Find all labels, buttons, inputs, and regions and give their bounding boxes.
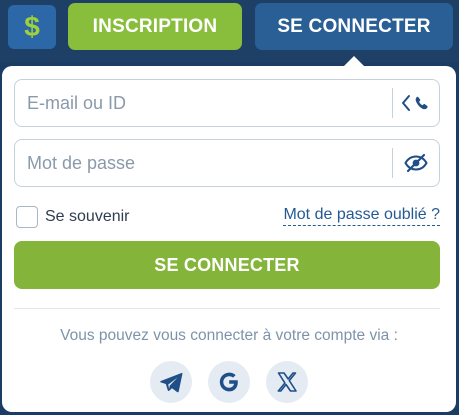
password-input[interactable] [15,140,392,186]
password-field-wrapper [14,139,440,187]
email-field-wrapper [14,79,440,127]
dollar-icon: $ [24,11,40,42]
x-login-button[interactable] [266,361,308,403]
remember-me-label: Se souvenir [45,208,130,225]
remember-me-checkbox[interactable] [16,206,38,228]
telegram-login-button[interactable] [150,361,192,403]
login-header-button[interactable]: SE CONNECTER [255,3,453,50]
eye-slash-icon [404,153,428,173]
deposit-button[interactable]: $ [8,5,56,49]
forgot-password-link[interactable]: Mot de passe oublié ? [283,206,440,226]
divider [14,308,440,309]
social-login-buttons [2,361,456,403]
switch-to-phone-button[interactable] [393,80,439,126]
x-icon [277,372,297,392]
social-login-hint: Vous pouvez vous connecter à votre compt… [60,327,398,344]
telegram-icon [160,372,183,393]
toggle-password-visibility-button[interactable] [393,140,439,186]
google-login-button[interactable] [208,361,250,403]
email-input[interactable] [15,80,392,126]
remember-me-toggle[interactable]: Se souvenir [16,206,130,228]
phone-switch-icon [402,95,428,111]
login-submit-button[interactable]: SE CONNECTER [14,241,440,289]
login-popup: Se souvenir Mot de passe oublié ? SE CON… [2,66,456,412]
register-button[interactable]: INSCRIPTION [68,3,242,50]
google-icon [219,372,238,392]
top-bar: $ INSCRIPTION SE CONNECTER [0,0,459,62]
